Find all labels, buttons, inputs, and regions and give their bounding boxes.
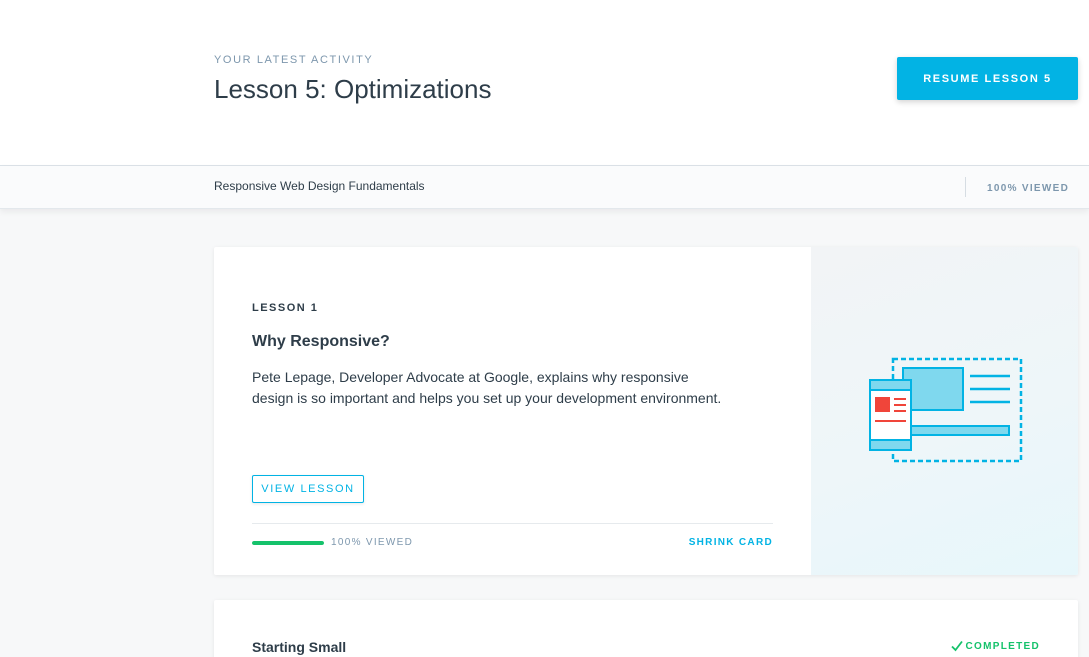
lesson-progress-fill xyxy=(252,541,324,545)
view-lesson-button[interactable]: VIEW LESSON xyxy=(252,475,364,503)
resume-lesson-button[interactable]: RESUME LESSON 5 xyxy=(897,57,1078,100)
lesson-card: LESSON 1 Why Responsive? Pete Lepage, De… xyxy=(214,247,1078,575)
lesson-illustration-panel xyxy=(811,247,1078,575)
lesson-title: Starting Small xyxy=(252,639,347,655)
lesson-card-collapsed[interactable]: Starting Small COMPLETED xyxy=(214,600,1078,657)
activity-eyebrow: YOUR LATEST ACTIVITY xyxy=(214,54,374,66)
activity-header: YOUR LATEST ACTIVITY Lesson 5: Optimizat… xyxy=(0,0,1089,166)
course-name: Responsive Web Design Fundamentals xyxy=(214,179,425,193)
responsive-devices-icon xyxy=(869,357,1023,463)
lesson-number: LESSON 1 xyxy=(252,302,319,314)
course-progress-label: 100% VIEWED xyxy=(987,183,1070,194)
page-title: Lesson 5: Optimizations xyxy=(214,74,492,104)
checkmark-icon xyxy=(950,640,963,652)
lesson-title: Why Responsive? xyxy=(252,333,390,350)
course-bar: Responsive Web Design Fundamentals 100% … xyxy=(0,166,1089,209)
lesson-progress-label: 100% VIEWED xyxy=(331,537,414,548)
lesson-description: Pete Lepage, Developer Advocate at Googl… xyxy=(252,369,722,406)
completed-badge: COMPLETED xyxy=(950,640,1040,652)
lesson-card-body: LESSON 1 Why Responsive? Pete Lepage, De… xyxy=(214,247,811,575)
completed-label: COMPLETED xyxy=(965,640,1040,652)
course-bar-divider xyxy=(965,177,966,197)
shrink-card-link[interactable]: SHRINK CARD xyxy=(684,537,773,548)
card-divider xyxy=(252,523,773,524)
lesson-progress-bar xyxy=(252,541,324,545)
